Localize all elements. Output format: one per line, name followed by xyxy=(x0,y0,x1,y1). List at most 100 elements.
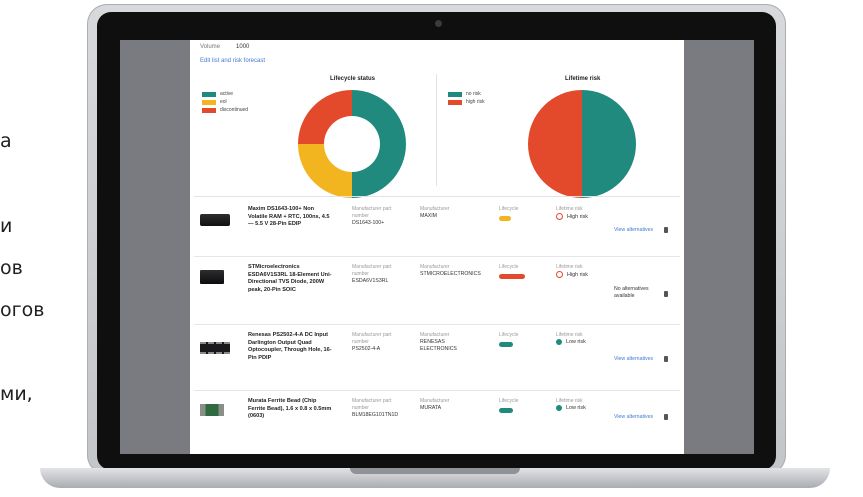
manufacturer-value: MAXIM xyxy=(420,213,438,219)
legend-item: no risk xyxy=(448,90,485,98)
lifecycle-label: Lifecycle xyxy=(499,264,519,270)
table-row[interactable]: Murata Ferrite Bead (Chip Ferrite Bead),… xyxy=(194,392,680,454)
check-circle-icon xyxy=(556,405,562,411)
risk-text: High risk xyxy=(567,213,588,220)
volume-label: Volume xyxy=(200,44,221,50)
mpn-label: Manufacturer part number xyxy=(352,332,392,345)
slide-text-line: ов xyxy=(0,257,23,279)
pie-slice-eol xyxy=(298,144,352,198)
slide-text: a и ов огов ми, xyxy=(0,0,90,497)
table-row[interactable]: STMicroelectronics ESDA6V1S3RL 18-Elemen… xyxy=(194,258,680,325)
laptop-screen: Volume 1000 Edit list and risk forecast L… xyxy=(120,40,754,454)
lifecycle-label: Lifecycle xyxy=(499,206,519,212)
part-image xyxy=(200,404,224,416)
trash-icon[interactable] xyxy=(664,414,668,420)
legend-swatch xyxy=(202,91,216,97)
slide-text-line: a xyxy=(0,130,12,152)
edit-list-link[interactable]: Edit list and risk forecast xyxy=(200,58,265,64)
table-row[interactable]: Maxim DS1643-100+ Non Volatile RAM + RTC… xyxy=(194,200,680,257)
lifecycle-badge xyxy=(499,274,525,279)
manufacturer-label: Manufacturer xyxy=(420,264,450,270)
mpn-value: ESDA6V1S3RL xyxy=(352,278,389,284)
part-name: Renesas PS2502-4-A DC Input Darlington O… xyxy=(248,332,332,361)
part-name: STMicroelectronics ESDA6V1S3RL 18-Elemen… xyxy=(248,264,332,293)
manufacturer-value: RENESAS ELECTRONICS xyxy=(420,339,457,352)
legend-label: eol xyxy=(220,99,227,105)
slide-text-line: и xyxy=(0,215,13,237)
section-divider xyxy=(194,196,680,197)
pie-slice-discontinued xyxy=(298,90,352,144)
lifecycle-badge xyxy=(499,342,513,347)
pie-slice-no-risk xyxy=(582,90,636,198)
trash-icon[interactable] xyxy=(664,356,668,362)
legend-swatch xyxy=(448,99,462,105)
pie-slice-high-risk xyxy=(528,90,582,198)
risk-text: Low risk xyxy=(566,405,586,411)
legend-label: high risk xyxy=(466,99,485,105)
legend-item: active xyxy=(202,90,248,98)
part-name: Murata Ferrite Bead (Chip Ferrite Bead),… xyxy=(248,398,332,420)
manufacturer-label: Manufacturer xyxy=(420,332,450,338)
risk-label: Lifetime risk xyxy=(556,398,583,404)
risk-label: Lifetime risk xyxy=(556,332,583,338)
volume: Volume 1000 xyxy=(200,44,249,50)
legend-item: eol xyxy=(202,98,248,106)
legend-item: high risk xyxy=(448,98,485,106)
volume-value: 1000 xyxy=(236,44,250,50)
bom-app: Volume 1000 Edit list and risk forecast L… xyxy=(190,40,684,454)
lifecycle-donut-chart xyxy=(298,90,406,198)
mpn-value: PS2502-4-A xyxy=(352,346,381,352)
legend-label: discontinued xyxy=(220,107,249,113)
risk-status: Low risk xyxy=(556,405,586,411)
manufacturer-label: Manufacturer xyxy=(420,206,450,212)
lifetime-chart-title: Lifetime risk xyxy=(565,76,601,82)
mpn-label: Manufacturer part number xyxy=(352,264,392,277)
manufacturer-label: Manufacturer xyxy=(420,398,450,404)
lifecycle-label: Lifecycle xyxy=(499,398,519,404)
trash-icon[interactable] xyxy=(664,291,668,297)
part-image xyxy=(200,270,224,284)
mpn-value: BLM18EG101TN1D xyxy=(352,412,399,418)
legend-label: no risk xyxy=(466,91,481,97)
lifetime-pie-chart xyxy=(528,90,636,198)
view-alternatives-link[interactable]: View alternatives xyxy=(614,227,653,233)
camera-icon xyxy=(435,20,442,27)
legend-swatch xyxy=(202,107,216,113)
chart-divider xyxy=(436,74,437,186)
part-image xyxy=(200,214,230,226)
manufacturer-value: STMICROELECTRONICS xyxy=(420,271,481,277)
part-name: Maxim DS1643-100+ Non Volatile RAM + RTC… xyxy=(248,206,330,228)
trash-icon[interactable] xyxy=(664,227,668,233)
lifetime-legend: no risk high risk xyxy=(448,90,485,106)
mpn-value: DS1643-100+ xyxy=(352,220,385,226)
legend-label: active xyxy=(220,91,234,97)
view-alternatives-link[interactable]: View alternatives xyxy=(614,414,653,420)
mpn-label: Manufacturer part number xyxy=(352,206,392,219)
lifecycle-chart-title: Lifecycle status xyxy=(330,76,376,82)
slide-text-line: огов xyxy=(0,299,45,321)
laptop-notch xyxy=(350,468,520,474)
slide-text-line: ми, xyxy=(0,383,33,405)
legend-swatch xyxy=(202,99,216,105)
legend-swatch xyxy=(448,91,462,97)
risk-label: Lifetime risk xyxy=(556,264,583,270)
no-entry-icon xyxy=(556,213,563,220)
view-alternatives-link[interactable]: View alternatives xyxy=(614,356,653,362)
lifecycle-label: Lifecycle xyxy=(499,332,519,338)
risk-status: High risk xyxy=(556,213,588,220)
lifecycle-badge xyxy=(499,216,511,221)
risk-text: Low risk xyxy=(566,339,586,345)
lifecycle-legend: active eol discontinued xyxy=(202,90,248,114)
part-image xyxy=(200,342,230,354)
no-entry-icon xyxy=(556,271,563,278)
manufacturer-value: MURATA xyxy=(420,405,442,411)
check-circle-icon xyxy=(556,339,562,345)
no-alternatives-text: No alternatives available xyxy=(614,286,649,299)
table-row[interactable]: Renesas PS2502-4-A DC Input Darlington O… xyxy=(194,326,680,391)
risk-text: High risk xyxy=(567,271,588,278)
pie-slice-active xyxy=(352,90,406,198)
risk-label: Lifetime risk xyxy=(556,206,583,212)
risk-status: Low risk xyxy=(556,339,586,345)
mpn-label: Manufacturer part number xyxy=(352,398,392,411)
lifecycle-badge xyxy=(499,408,513,413)
